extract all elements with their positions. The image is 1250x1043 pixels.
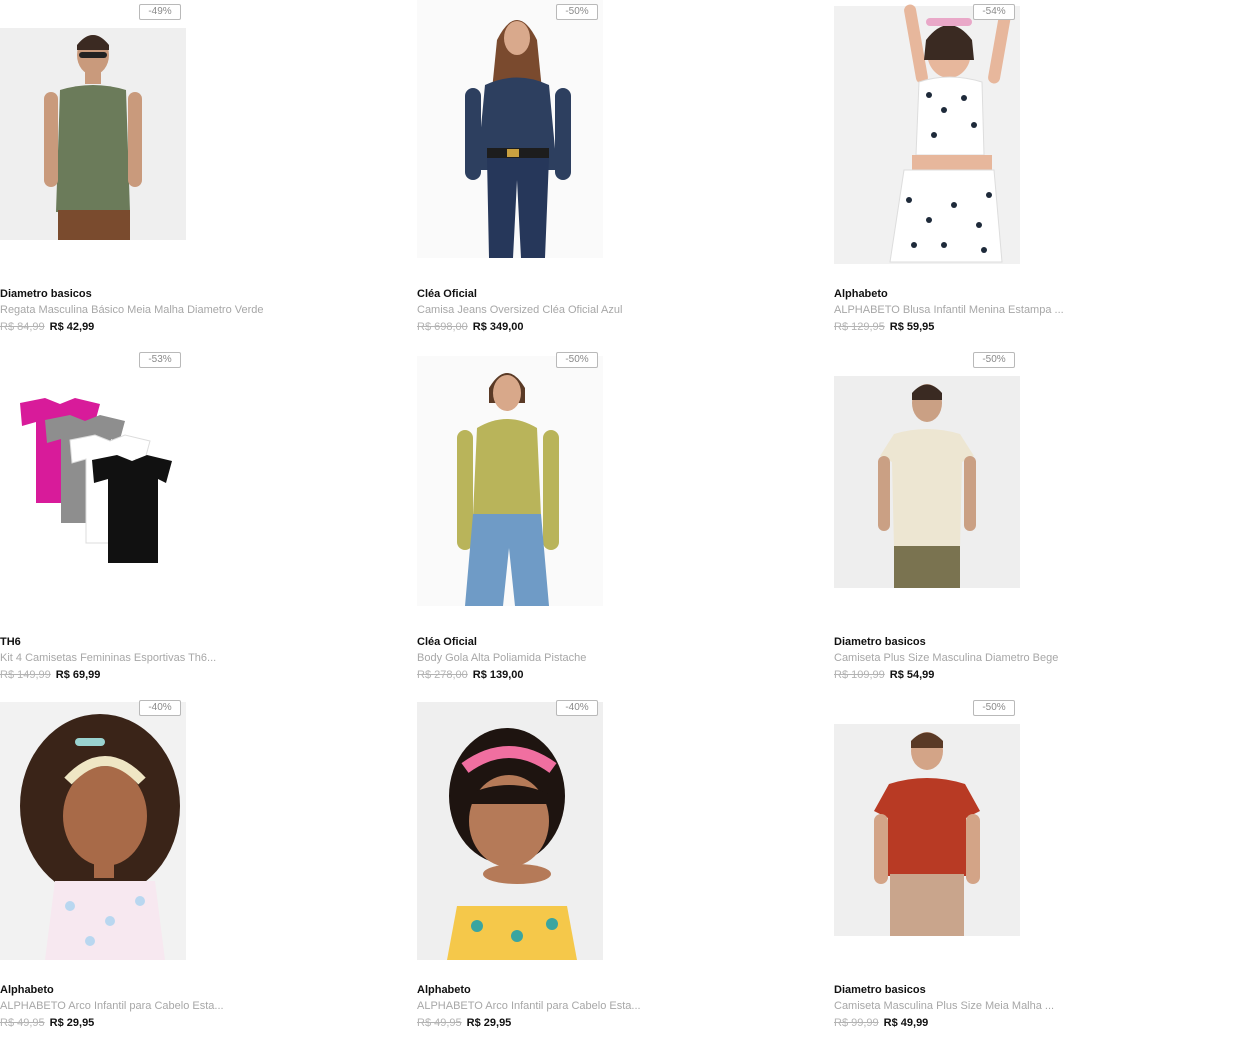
product-card[interactable]: -40% Alphabeto ALPHABETO Arco Infantil p… bbox=[0, 696, 400, 1043]
discount-badge: -54% bbox=[973, 4, 1015, 20]
old-price: R$ 109,99 bbox=[834, 669, 885, 681]
product-name[interactable]: Camiseta Plus Size Masculina Diametro Be… bbox=[834, 652, 1058, 664]
product-name[interactable]: ALPHABETO Arco Infantil para Cabelo Esta… bbox=[0, 1000, 224, 1012]
discount-badge: -53% bbox=[139, 352, 181, 368]
product-prices: R$ 99,99 R$ 49,99 bbox=[834, 1017, 928, 1029]
old-price: R$ 698,00 bbox=[417, 321, 468, 333]
product-name[interactable]: Regata Masculina Básico Meia Malha Diame… bbox=[0, 304, 264, 316]
discount-badge: -50% bbox=[973, 352, 1015, 368]
product-card[interactable]: -54% Alphabeto ALPHABETO Blusa Infantil … bbox=[834, 0, 1234, 347]
old-price: R$ 278,00 bbox=[417, 669, 468, 681]
current-price: R$ 29,95 bbox=[466, 1017, 512, 1029]
product-image[interactable] bbox=[417, 0, 603, 270]
product-brand[interactable]: Alphabeto bbox=[834, 288, 888, 300]
product-image[interactable] bbox=[0, 348, 186, 618]
product-prices: R$ 109,99 R$ 54,99 bbox=[834, 669, 934, 681]
old-price: R$ 84,99 bbox=[0, 321, 45, 333]
product-card[interactable]: -50% Cléa Oficial Body Gola Alta Poliami… bbox=[417, 348, 817, 695]
product-card[interactable]: -50% Diametro basicos Camiseta Plus Size… bbox=[834, 348, 1234, 695]
product-card[interactable]: -49% Diametro basicos Regata Masculina B… bbox=[0, 0, 400, 347]
product-image[interactable] bbox=[834, 348, 1020, 618]
product-image[interactable] bbox=[834, 696, 1020, 966]
product-brand[interactable]: Alphabeto bbox=[417, 984, 471, 996]
product-name[interactable]: Body Gola Alta Poliamida Pistache bbox=[417, 652, 586, 664]
current-price: R$ 69,99 bbox=[55, 669, 101, 681]
product-brand[interactable]: TH6 bbox=[0, 636, 21, 648]
product-name[interactable]: ALPHABETO Arco Infantil para Cabelo Esta… bbox=[417, 1000, 641, 1012]
current-price: R$ 349,00 bbox=[472, 321, 524, 333]
product-brand[interactable]: Alphabeto bbox=[0, 984, 54, 996]
product-prices: R$ 149,99 R$ 69,99 bbox=[0, 669, 100, 681]
product-brand[interactable]: Cléa Oficial bbox=[417, 636, 477, 648]
product-image[interactable] bbox=[0, 0, 186, 270]
product-image[interactable] bbox=[417, 696, 603, 966]
product-card[interactable]: -40% Alphabeto ALPHABETO Arco Infantil p… bbox=[417, 696, 817, 1043]
current-price: R$ 59,95 bbox=[889, 321, 935, 333]
product-brand[interactable]: Cléa Oficial bbox=[417, 288, 477, 300]
product-card[interactable]: -50% Diametro basicos Camiseta Masculina… bbox=[834, 696, 1234, 1043]
product-prices: R$ 278,00 R$ 139,00 bbox=[417, 669, 524, 681]
product-brand[interactable]: Diametro basicos bbox=[0, 288, 92, 300]
discount-badge: -50% bbox=[973, 700, 1015, 716]
product-prices: R$ 49,95 R$ 29,95 bbox=[0, 1017, 94, 1029]
discount-badge: -40% bbox=[556, 700, 598, 716]
discount-badge: -50% bbox=[556, 352, 598, 368]
product-card[interactable]: -50% Cléa Oficial Camisa Jeans Oversized… bbox=[417, 0, 817, 347]
current-price: R$ 49,99 bbox=[883, 1017, 929, 1029]
discount-badge: -49% bbox=[139, 4, 181, 20]
product-name[interactable]: Camisa Jeans Oversized Cléa Oficial Azul bbox=[417, 304, 622, 316]
current-price: R$ 139,00 bbox=[472, 669, 524, 681]
old-price: R$ 129,95 bbox=[834, 321, 885, 333]
product-image[interactable] bbox=[0, 696, 186, 966]
discount-badge: -40% bbox=[139, 700, 181, 716]
old-price: R$ 99,99 bbox=[834, 1017, 879, 1029]
product-grid: -49% Diametro basicos Regata Masculina B… bbox=[0, 0, 1250, 1043]
old-price: R$ 49,95 bbox=[0, 1017, 45, 1029]
current-price: R$ 54,99 bbox=[889, 669, 935, 681]
product-brand[interactable]: Diametro basicos bbox=[834, 636, 926, 648]
current-price: R$ 29,95 bbox=[49, 1017, 95, 1029]
old-price: R$ 149,99 bbox=[0, 669, 51, 681]
product-name[interactable]: ALPHABETO Blusa Infantil Menina Estampa … bbox=[834, 304, 1064, 316]
product-image[interactable] bbox=[417, 348, 603, 618]
product-prices: R$ 129,95 R$ 59,95 bbox=[834, 321, 934, 333]
product-brand[interactable]: Diametro basicos bbox=[834, 984, 926, 996]
product-prices: R$ 84,99 R$ 42,99 bbox=[0, 321, 94, 333]
discount-badge: -50% bbox=[556, 4, 598, 20]
product-card[interactable]: -53% TH6 Kit 4 Camisetas Femininas Espor… bbox=[0, 348, 400, 695]
product-name[interactable]: Camiseta Masculina Plus Size Meia Malha … bbox=[834, 1000, 1054, 1012]
old-price: R$ 49,95 bbox=[417, 1017, 462, 1029]
product-image[interactable] bbox=[834, 0, 1020, 270]
product-prices: R$ 49,95 R$ 29,95 bbox=[417, 1017, 511, 1029]
product-name[interactable]: Kit 4 Camisetas Femininas Esportivas Th6… bbox=[0, 652, 216, 664]
product-prices: R$ 698,00 R$ 349,00 bbox=[417, 321, 524, 333]
current-price: R$ 42,99 bbox=[49, 321, 95, 333]
